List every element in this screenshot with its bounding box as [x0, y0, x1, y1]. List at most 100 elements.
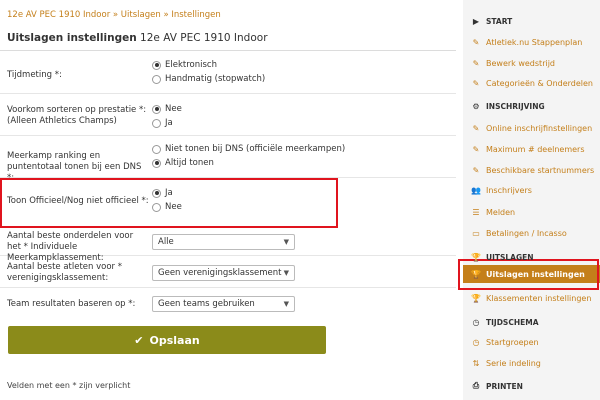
breadcrumb-separator: » — [112, 10, 119, 20]
print-icon: ⎙ — [472, 381, 480, 390]
sidebar-item-label: Serie indeling — [486, 358, 541, 368]
team-resultaten-row: Team resultaten baseren op *: Geen teams… — [0, 290, 456, 318]
edit-icon: ✎ — [472, 123, 480, 133]
sidebar-item-maximum-deelnemers[interactable]: ✎ Maximum # deelnemers — [471, 143, 585, 155]
sidebar-item-beschikbare-startnummers[interactable]: ✎ Beschikbare startnummers — [471, 164, 595, 176]
edit-icon: ✎ — [472, 37, 480, 47]
sidebar-item-atletiek-nu-stappenplan[interactable]: ✎ Atletiek.nu Stappenplan — [471, 36, 583, 48]
check-icon: ✔ — [134, 333, 144, 347]
chevron-down-icon: ▼ — [283, 269, 289, 277]
meerkamp-ranking-radio-group: Niet tonen bij DNS (officiële meerkampen… — [152, 142, 345, 170]
sidebar-item-inschrijvers[interactable]: 👥 Inschrijvers — [471, 184, 532, 196]
radio-label: Elektronisch — [165, 60, 217, 70]
beste-atleten-label: Aantal beste atleten voor * verenigingsk… — [7, 262, 122, 283]
team-resultaten-select[interactable]: Geen teams gebruiken ▼ — [152, 296, 295, 312]
sidebar-item-label: Maximum # deelnemers — [486, 144, 585, 154]
highlight-box — [0, 178, 338, 228]
chevron-down-icon: ▼ — [283, 238, 289, 246]
radio-label: Niet tonen bij DNS (officiële meerkampen… — [165, 144, 346, 154]
clock-icon: ◷ — [472, 317, 480, 327]
select-value: Geen verenigingsklassement — [158, 268, 282, 278]
sidebar-item-label: UITSLAGEN — [486, 252, 534, 262]
radio-label: Ja — [165, 118, 173, 128]
edit-icon: ✎ — [472, 165, 480, 175]
team-resultaten-label: Team resultaten baseren op *: — [7, 299, 136, 309]
trophy-icon: 🏆 — [471, 252, 481, 262]
sort-icon: ⇅ — [472, 358, 480, 368]
sidebar-item-label: PRINTEN — [486, 381, 523, 391]
sidebar-item-betalingen-incasso[interactable]: ▭ Betalingen / Incasso — [471, 227, 567, 239]
tijdmeting-radio-group: Elektronisch Handmatig (stopwatch) — [152, 58, 265, 86]
edit-icon: ✎ — [472, 78, 480, 88]
title-divider — [0, 50, 456, 51]
page-title: Uitslagen instellingen 12e AV PEC 1910 I… — [7, 32, 268, 44]
beste-atleten-select[interactable]: Geen verenigingsklassement ▼ — [152, 265, 295, 281]
voorkom-sorteren-row: Voorkom sorteren op prestatie *: (Alleen… — [0, 96, 456, 136]
list-icon: ☰ — [472, 207, 480, 217]
sidebar-heading-uitslagen: 🏆 UITSLAGEN — [471, 251, 534, 263]
clock-icon: ◷ — [472, 337, 480, 347]
users-icon: 👥 — [471, 185, 481, 195]
tijdmeting-label: Tijdmeting *: — [7, 70, 62, 80]
voorkom-option-nee[interactable]: Nee — [152, 102, 182, 116]
radio-unselected-icon[interactable] — [152, 118, 161, 128]
radio-selected-icon[interactable] — [152, 60, 161, 70]
sidebar-item-label: START — [486, 16, 513, 26]
sidebar-item-label: Startgroepen — [486, 337, 539, 347]
sidebar-item-serie-indeling[interactable]: ⇅ Serie indeling — [471, 357, 541, 369]
sidebar-item-klassementen-instellingen[interactable]: 🏆 Klassementen instellingen — [471, 292, 591, 304]
sidebar-heading-printen: ⎙ PRINTEN — [471, 380, 523, 392]
radio-label: Nee — [165, 104, 182, 114]
sidebar-heading-inschrijving: ⚙ INSCHRIJVING — [471, 100, 545, 112]
beste-atleten-row: Aantal beste atleten voor * verenigingsk… — [0, 258, 456, 288]
sidebar-item-label: Atletiek.nu Stappenplan — [486, 37, 583, 47]
radio-unselected-icon[interactable] — [152, 74, 161, 84]
sidebar-item-startgroepen[interactable]: ◷ Startgroepen — [471, 336, 539, 348]
sidebar-item-online-inschrijfinstellingen[interactable]: ✎ Online inschrijfinstellingen — [471, 122, 593, 134]
breadcrumb: 12e AV PEC 1910 Indoor » Uitslagen » Ins… — [7, 10, 221, 20]
radio-unselected-icon[interactable] — [152, 144, 161, 154]
sidebar-item-label: Bewerk wedstrijd — [486, 58, 555, 68]
save-button[interactable]: ✔ Opslaan — [8, 326, 326, 354]
sidebar-item-label: Uitslagen instellingen — [486, 269, 585, 279]
select-value: Alle — [158, 237, 174, 247]
sidebar-heading-start: ▶ START — [471, 15, 512, 27]
voorkom-option-ja[interactable]: Ja — [152, 116, 182, 130]
settings-form: Uitslagen instellingen 12e AV PEC 1910 I… — [0, 26, 456, 400]
meerkamp-option-altijd-tonen[interactable]: Altijd tonen — [152, 156, 345, 170]
radio-label: Handmatig (stopwatch) — [165, 74, 266, 84]
tijdmeting-option-handmatig[interactable]: Handmatig (stopwatch) — [152, 72, 265, 86]
breadcrumb-link-event[interactable]: 12e AV PEC 1910 Indoor — [7, 10, 110, 20]
tijdmeting-row: Tijdmeting *: Elektronisch Handmatig (st… — [0, 56, 456, 94]
trophy-icon: 🏆 — [471, 293, 481, 303]
breadcrumb-link-instellingen[interactable]: Instellingen — [171, 10, 220, 20]
sidebar-item-label: Inschrijvers — [486, 185, 532, 195]
sidebar-item-bewerk-wedstrijd[interactable]: ✎ Bewerk wedstrijd — [471, 57, 555, 69]
voorkom-sorteren-label: Voorkom sorteren op prestatie *: (Alleen… — [7, 105, 147, 126]
sidebar-item-melden[interactable]: ☰ Melden — [471, 206, 515, 218]
play-icon: ▶ — [472, 16, 480, 26]
trophy-icon: 🏆 — [471, 269, 481, 279]
page-title-main: Uitslagen instellingen — [7, 32, 137, 44]
meerkamp-option-niet-tonen[interactable]: Niet tonen bij DNS (officiële meerkampen… — [152, 142, 345, 156]
sidebar-item-label: Melden — [486, 207, 516, 217]
credit-card-icon: ▭ — [472, 228, 480, 238]
sidebar-item-label: Betalingen / Incasso — [486, 228, 567, 238]
edit-icon: ✎ — [472, 58, 480, 68]
sidebar-item-label: Online inschrijfinstellingen — [486, 123, 593, 133]
radio-selected-icon[interactable] — [152, 104, 161, 114]
chevron-down-icon: ▼ — [283, 300, 289, 308]
radio-selected-icon[interactable] — [152, 158, 161, 168]
breadcrumb-link-uitslagen[interactable]: Uitslagen — [121, 10, 161, 20]
beste-onderdelen-row: Aantal beste onderdelen voor het * Indiv… — [0, 228, 456, 263]
breadcrumb-separator: » — [163, 10, 169, 20]
voorkom-sorteren-radio-group: Nee Ja — [152, 102, 182, 130]
save-button-label: Opslaan — [149, 333, 200, 347]
sidebar-item-label: Klassementen instellingen — [486, 293, 592, 303]
radio-label: Altijd tonen — [165, 158, 214, 168]
sidebar-item-uitslagen-instellingen[interactable]: 🏆 Uitslagen instellingen — [471, 268, 585, 280]
beste-onderdelen-select[interactable]: Alle ▼ — [152, 234, 295, 250]
sidebar-item-categorie-n-onderdelen[interactable]: ✎ Categorieën & Onderdelen — [471, 77, 593, 89]
sidebar-item-label: INSCHRIJVING — [486, 101, 545, 111]
tijdmeting-option-elektronisch[interactable]: Elektronisch — [152, 58, 265, 72]
